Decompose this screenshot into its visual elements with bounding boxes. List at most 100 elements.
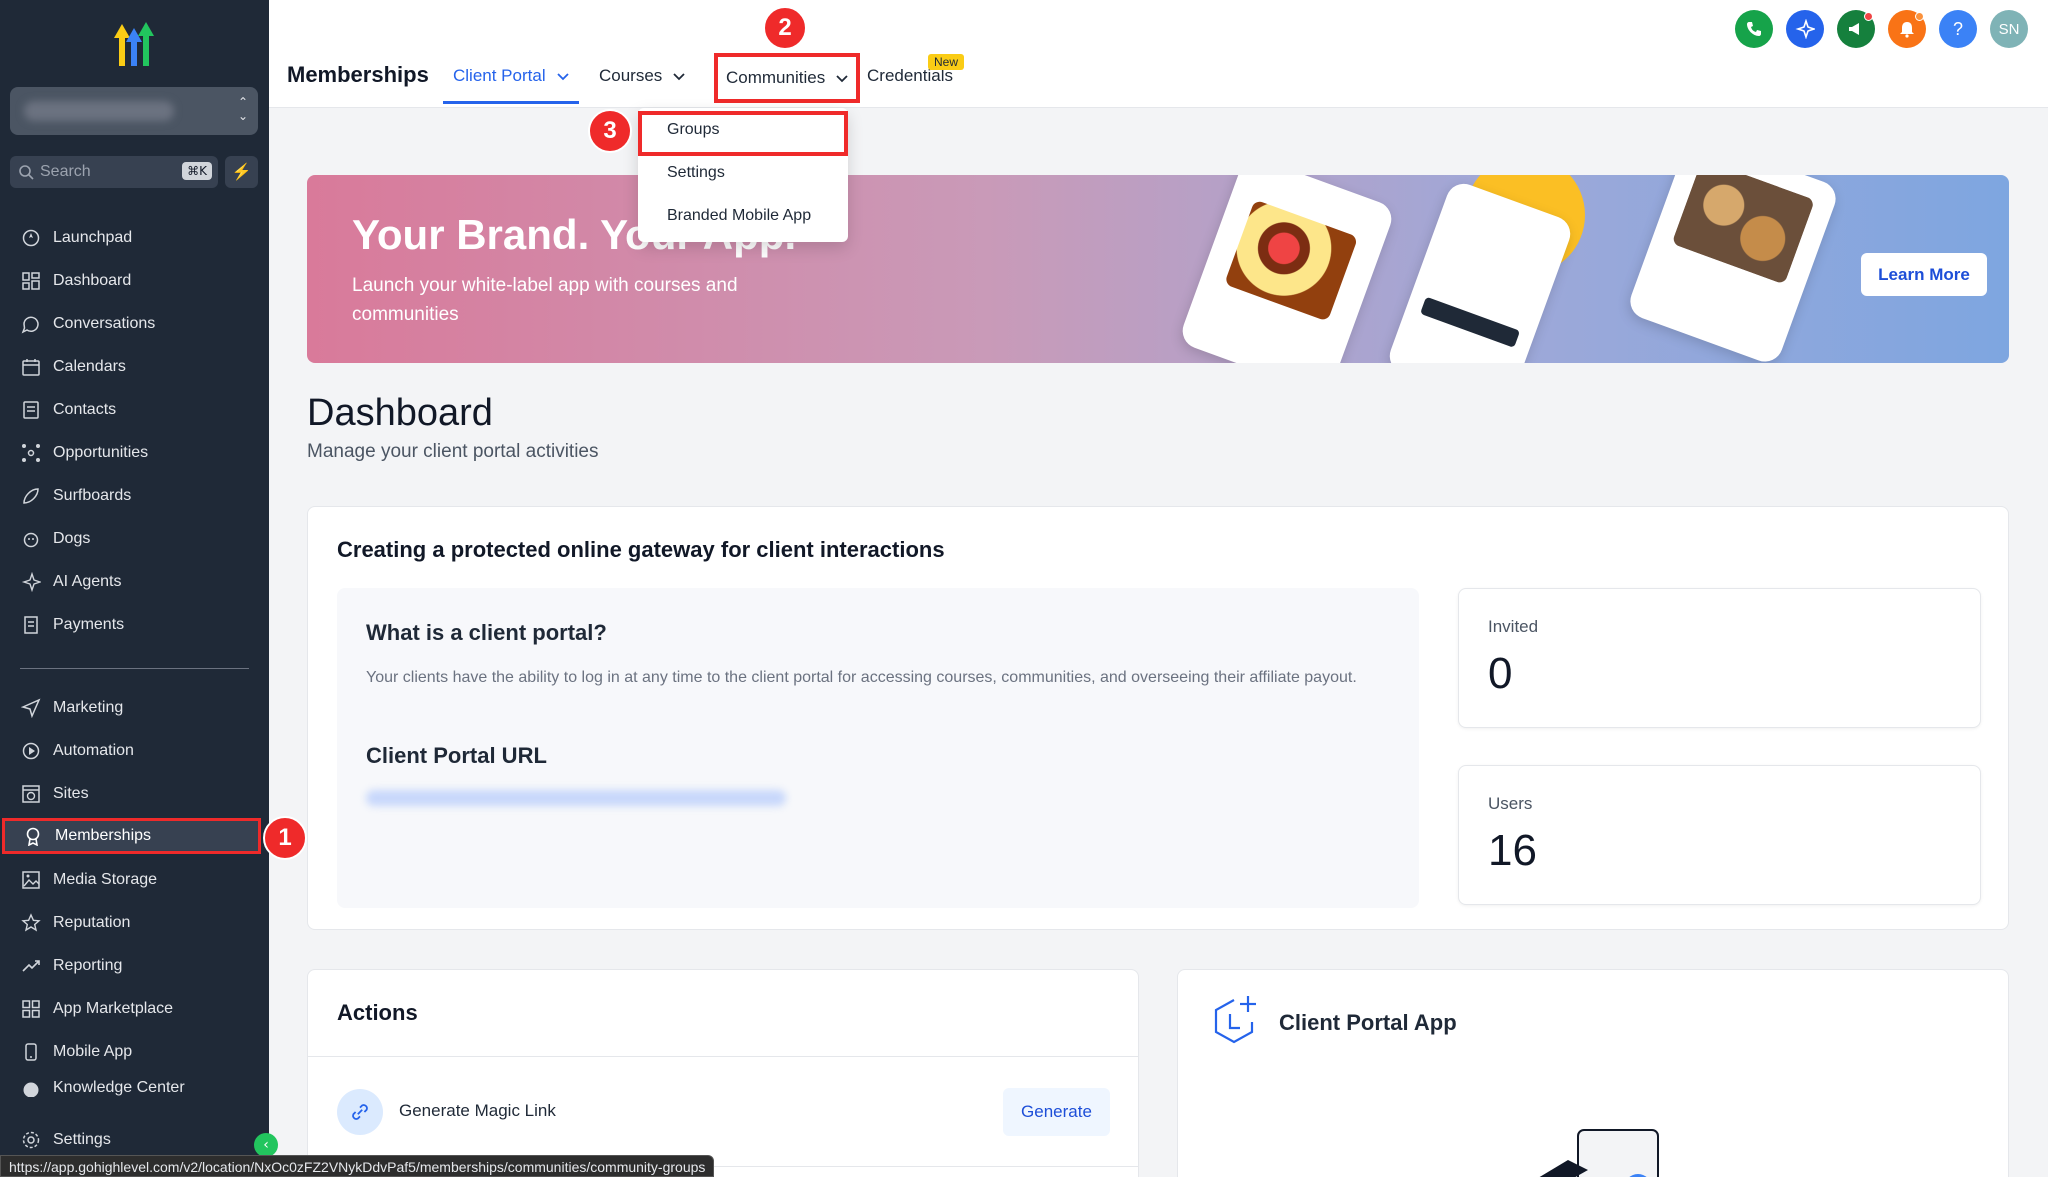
chevron-updown-icon: ⌃ ⌄ (237, 95, 248, 123)
promo-banner: Your Brand. Your App. Launch your white-… (307, 175, 2009, 363)
rocket-icon (20, 227, 42, 249)
action-label: Generate Magic Link (399, 1101, 556, 1120)
announcements-button[interactable] (1837, 10, 1875, 48)
lightning-icon: ⚡ (231, 164, 252, 181)
sidebar-item-label: Dashboard (53, 272, 132, 289)
bell-icon (1900, 22, 1914, 38)
sidebar-item-payments[interactable]: Payments (0, 607, 269, 643)
sidebar-item-calendars[interactable]: Calendars (0, 349, 269, 385)
stat-label: Users (1488, 794, 1533, 813)
sidebar-item-sites[interactable]: Sites (0, 776, 269, 812)
sidebar-item-label: Memberships (55, 827, 152, 844)
divider (308, 1056, 1138, 1057)
menu-item-groups[interactable]: Groups (667, 121, 719, 139)
tab-label: Courses (599, 66, 663, 85)
tab-label: Communities (726, 68, 826, 87)
sidebar-item-label: Sites (53, 785, 89, 802)
client-portal-url-link[interactable] (366, 790, 786, 806)
sidebar-item-label: Media Storage (53, 871, 158, 888)
page-title: Memberships (287, 62, 429, 87)
phone-button[interactable] (1735, 10, 1773, 48)
sidebar-item-label: Automation (53, 742, 134, 759)
sidebar-item-label: Opportunities (53, 444, 149, 461)
sidebar-item-conversations[interactable]: Conversations (0, 306, 269, 342)
sidebar-item-opportunities[interactable]: Opportunities (0, 435, 269, 471)
trend-icon (20, 955, 42, 977)
client-portal-overview-card: Creating a protected online gateway for … (307, 506, 2009, 930)
sidebar-search[interactable]: Search ⌘K (10, 156, 218, 188)
sidebar-item-label: Payments (53, 616, 125, 633)
help-button[interactable]: ? (1939, 10, 1977, 48)
question-icon: ? (1952, 18, 1963, 39)
what-is-client-portal-title: What is a client portal? (366, 620, 607, 645)
app-logo[interactable] (108, 18, 160, 68)
sidebar-item-label: Contacts (53, 401, 117, 418)
card-title: Creating a protected online gateway for … (337, 537, 945, 562)
contact-card-icon (20, 399, 42, 421)
phone-icon (1747, 22, 1761, 36)
sidebar-item-app-marketplace[interactable]: App Marketplace (0, 991, 269, 1027)
tools-illustration (1539, 1129, 1659, 1177)
sidebar-item-automation[interactable]: Automation (0, 733, 269, 769)
automation-icon (20, 740, 42, 762)
book-icon (20, 1079, 42, 1097)
tab-client-portal[interactable]: Client Portal (453, 66, 570, 86)
generate-button[interactable]: Generate (1003, 1088, 1110, 1136)
step-marker-3: 3 (588, 109, 632, 153)
account-name (24, 101, 174, 121)
sidebar-item-dogs[interactable]: Dogs (0, 521, 269, 557)
chevron-down-icon (836, 75, 848, 83)
sidebar-item-media-storage[interactable]: Media Storage (0, 862, 269, 898)
sparkle-icon (1795, 19, 1815, 39)
chat-icon (20, 313, 42, 335)
calendar-icon (20, 356, 42, 378)
dashboard-subtitle: Manage your client portal activities (307, 441, 599, 462)
sidebar-item-label: Marketing (53, 699, 124, 716)
ai-assistant-button[interactable] (1786, 10, 1824, 48)
client-portal-description: Your clients have the ability to log in … (366, 669, 1357, 686)
sidebar-item-surfboards[interactable]: Surfboards (0, 478, 269, 514)
image-icon (20, 869, 42, 891)
menu-item-branded-mobile-app[interactable]: Branded Mobile App (667, 207, 811, 225)
send-icon (20, 697, 42, 719)
account-switcher[interactable]: ⌃ ⌄ (10, 87, 258, 135)
collapse-sidebar-button[interactable]: ‹ (254, 1133, 278, 1157)
sidebar-item-reputation[interactable]: Reputation (0, 905, 269, 941)
new-badge: New (928, 54, 965, 70)
tab-communities[interactable]: Communities (714, 53, 860, 103)
sidebar-item-contacts[interactable]: Contacts (0, 392, 269, 428)
sidebar-item-mobile-app[interactable]: Mobile App (0, 1034, 269, 1070)
stat-value: 0 (1488, 649, 1513, 698)
client-portal-info-panel: What is a client portal? Your clients ha… (337, 588, 1419, 908)
quick-action-button[interactable]: ⚡ (225, 156, 258, 188)
avatar[interactable]: SN (1990, 10, 2028, 48)
globe-window-icon (20, 783, 42, 805)
sidebar-item-dashboard[interactable]: Dashboard (0, 263, 269, 299)
sidebar-item-knowledge-center[interactable]: Knowledge Center (0, 1077, 269, 1097)
network-icon (20, 442, 42, 464)
notifications-button[interactable] (1888, 10, 1926, 48)
sidebar: ⌃ ⌄ Search ⌘K ⚡ Launchpad Dashboard Conve… (0, 0, 269, 1177)
sidebar-divider (20, 668, 249, 669)
client-portal-app-card: Client Portal App (1177, 969, 2009, 1177)
cake-image (1224, 199, 1359, 322)
step-marker-2: 2 (763, 6, 807, 50)
menu-item-settings[interactable]: Settings (667, 164, 725, 182)
grid-icon (20, 270, 42, 292)
sidebar-item-label: AI Agents (53, 573, 122, 590)
header-actions: ? SN (1735, 10, 2028, 48)
learn-more-button[interactable]: Learn More (1861, 253, 1987, 296)
sidebar-item-reporting[interactable]: Reporting (0, 948, 269, 984)
sign-in-bar-image (1420, 296, 1521, 348)
sidebar-item-marketing[interactable]: Marketing (0, 690, 269, 726)
search-shortcut: ⌘K (182, 162, 212, 180)
tab-courses[interactable]: Courses (599, 66, 686, 86)
sidebar-item-settings[interactable]: Settings (0, 1122, 269, 1158)
mobile-icon (20, 1041, 42, 1063)
sidebar-item-launchpad[interactable]: Launchpad (0, 220, 269, 256)
magic-link-icon (337, 1089, 383, 1135)
sidebar-item-ai-agents[interactable]: AI Agents (0, 564, 269, 600)
sidebar-item-label: Launchpad (53, 229, 133, 246)
sidebar-item-memberships[interactable]: Memberships (2, 818, 261, 854)
step-marker-1: 1 (263, 816, 307, 860)
